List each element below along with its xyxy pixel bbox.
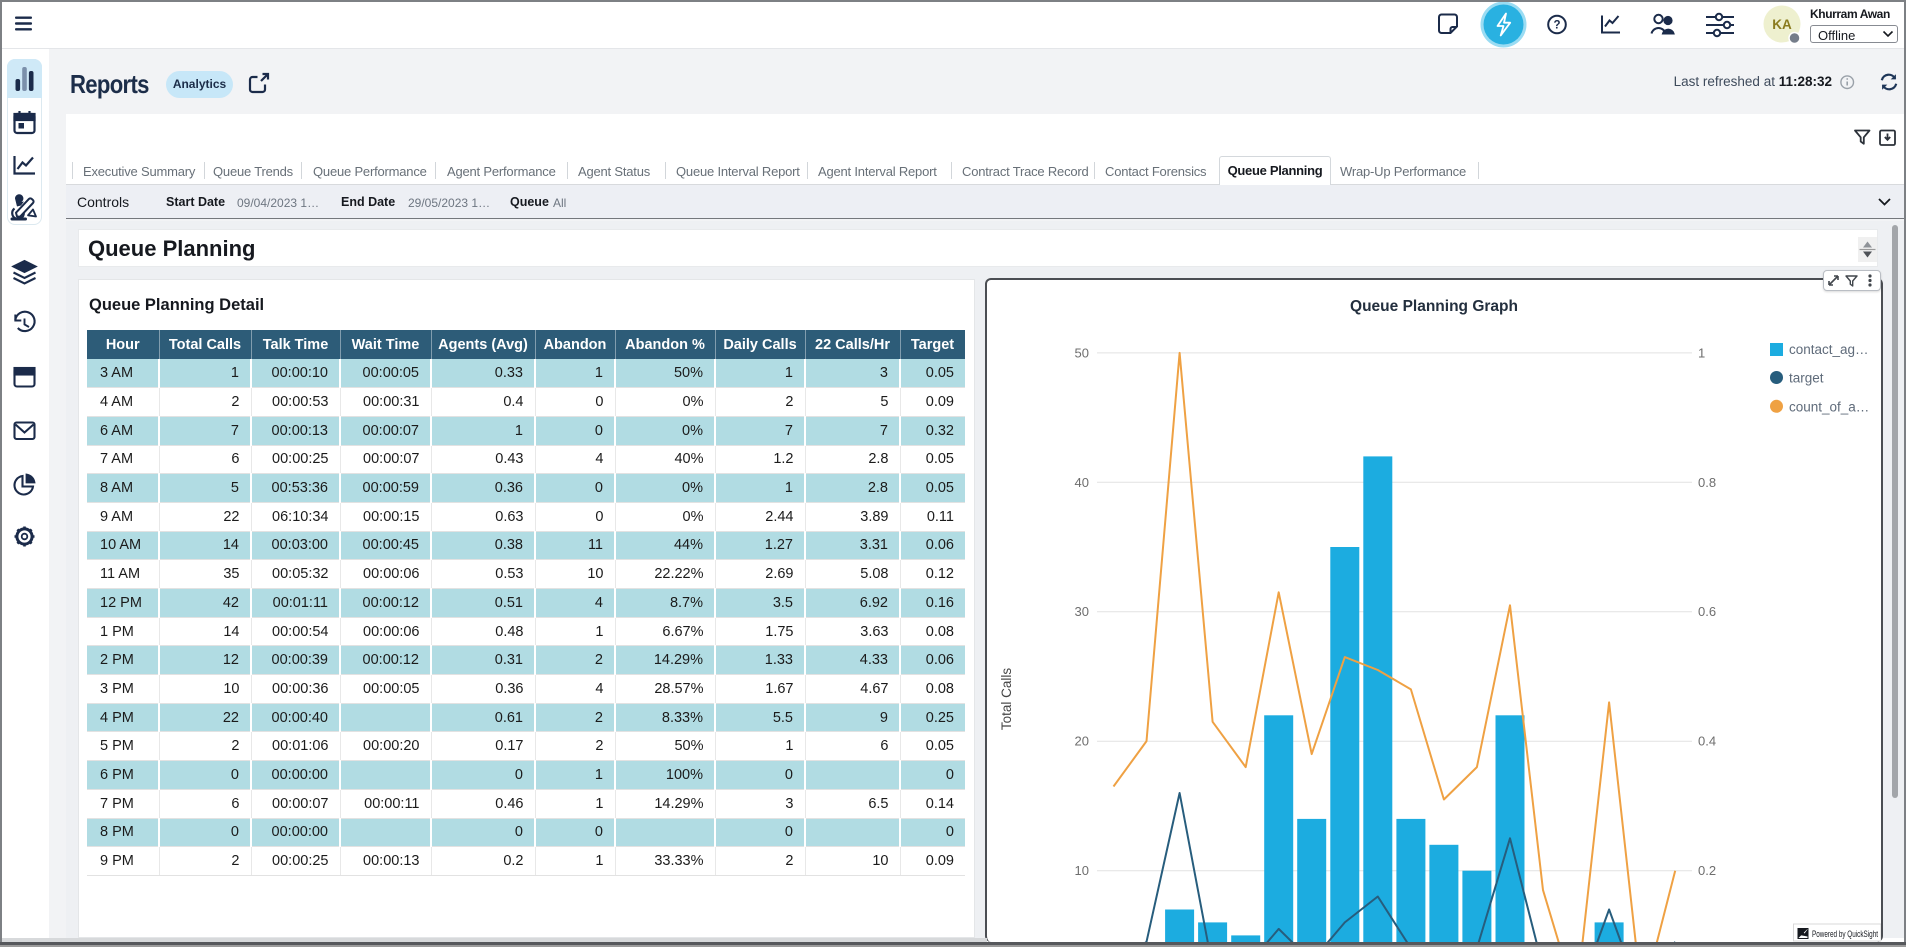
svg-text:0.8: 0.8	[1698, 474, 1716, 489]
svg-text:KA: KA	[1772, 17, 1792, 32]
svg-text:target: target	[1789, 370, 1824, 385]
svg-text:?: ?	[1553, 20, 1560, 32]
svg-text:Queue Planning Graph: Queue Planning Graph	[1350, 298, 1518, 315]
svg-text:50: 50	[1075, 345, 1089, 360]
svg-text:0.4: 0.4	[1698, 733, 1716, 748]
svg-text:contact_ag…: contact_ag…	[1789, 342, 1869, 357]
svg-text:40: 40	[1075, 474, 1089, 489]
svg-text:20: 20	[1075, 733, 1089, 748]
svg-text:10: 10	[1075, 863, 1089, 878]
svg-text:Total Calls: Total Calls	[999, 667, 1014, 730]
svg-text:30: 30	[1075, 604, 1089, 619]
svg-text:Powered by QuickSight: Powered by QuickSight	[1812, 929, 1878, 940]
svg-text:0.2: 0.2	[1698, 863, 1716, 878]
svg-text:0.6: 0.6	[1698, 604, 1716, 619]
svg-text:1: 1	[1698, 345, 1705, 360]
svg-text:count_of_a…: count_of_a…	[1789, 399, 1869, 414]
